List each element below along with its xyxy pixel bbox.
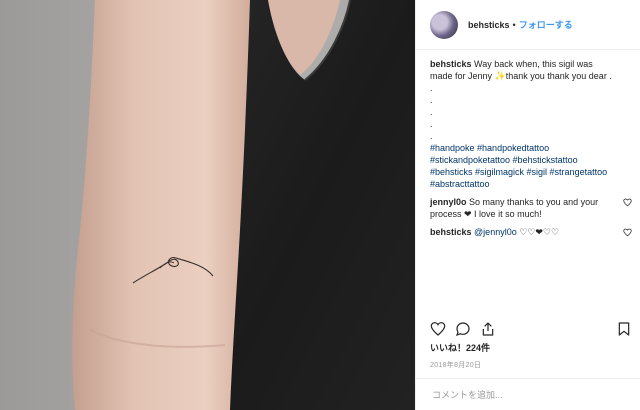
- add-comment-bar: [416, 378, 640, 410]
- share-icon[interactable]: [480, 321, 496, 337]
- tattoo-photo-illustration: [0, 0, 415, 410]
- instagram-post: behsticks • フォローする behsticks Way back wh…: [0, 0, 640, 410]
- add-comment-input[interactable]: [430, 388, 614, 401]
- caption: behsticks Way back when, this sigil was …: [430, 58, 632, 190]
- caption-dot: .: [430, 83, 433, 93]
- comment-item: jennyl0o So many thanks to you and your …: [430, 196, 632, 220]
- hashtag-line[interactable]: #stickandpoketattoo #behstickstattoo: [430, 154, 616, 166]
- post-date: 2018年8月20日: [430, 362, 482, 369]
- comment-like-heart-icon[interactable]: [623, 228, 632, 237]
- action-bar: [430, 320, 632, 338]
- bookmark-icon[interactable]: [616, 321, 632, 337]
- comment-username[interactable]: behsticks: [430, 227, 472, 237]
- comment-text: ♡♡❤♡♡: [519, 227, 560, 237]
- header-username[interactable]: behsticks: [468, 19, 510, 31]
- comments-list: behsticks Way back when, this sigil was …: [430, 58, 632, 244]
- header-separator: •: [512, 19, 516, 30]
- comment-like-heart-icon[interactable]: [623, 198, 632, 207]
- hashtag-line[interactable]: #behsticks #sigilmagick #sigil #stranget…: [430, 166, 616, 178]
- likes-count[interactable]: いいね！224件: [430, 342, 490, 354]
- caption-dot: .: [430, 119, 433, 129]
- caption-dot: .: [430, 95, 433, 105]
- hashtag-line[interactable]: #handpoke #handpokedtattoo: [430, 142, 616, 154]
- heart-outline-icon[interactable]: [430, 321, 446, 337]
- follow-button[interactable]: フォローする: [519, 19, 573, 31]
- caption-dot: .: [430, 131, 433, 141]
- hashtag-line[interactable]: #abstracttattoo: [430, 178, 616, 190]
- comment-mention[interactable]: @jennyl0o: [474, 227, 517, 237]
- avatar[interactable]: [430, 10, 458, 39]
- post-header: behsticks • フォローする: [416, 0, 640, 50]
- comment-item: behsticks @jennyl0o ♡♡❤♡♡: [430, 226, 632, 238]
- post-side-panel: behsticks • フォローする behsticks Way back wh…: [415, 0, 640, 410]
- post-photo[interactable]: [0, 0, 415, 410]
- caption-username[interactable]: behsticks: [430, 59, 472, 69]
- caption-dot: .: [430, 107, 433, 117]
- comment-username[interactable]: jennyl0o: [430, 197, 467, 207]
- speech-bubble-icon[interactable]: [455, 321, 471, 337]
